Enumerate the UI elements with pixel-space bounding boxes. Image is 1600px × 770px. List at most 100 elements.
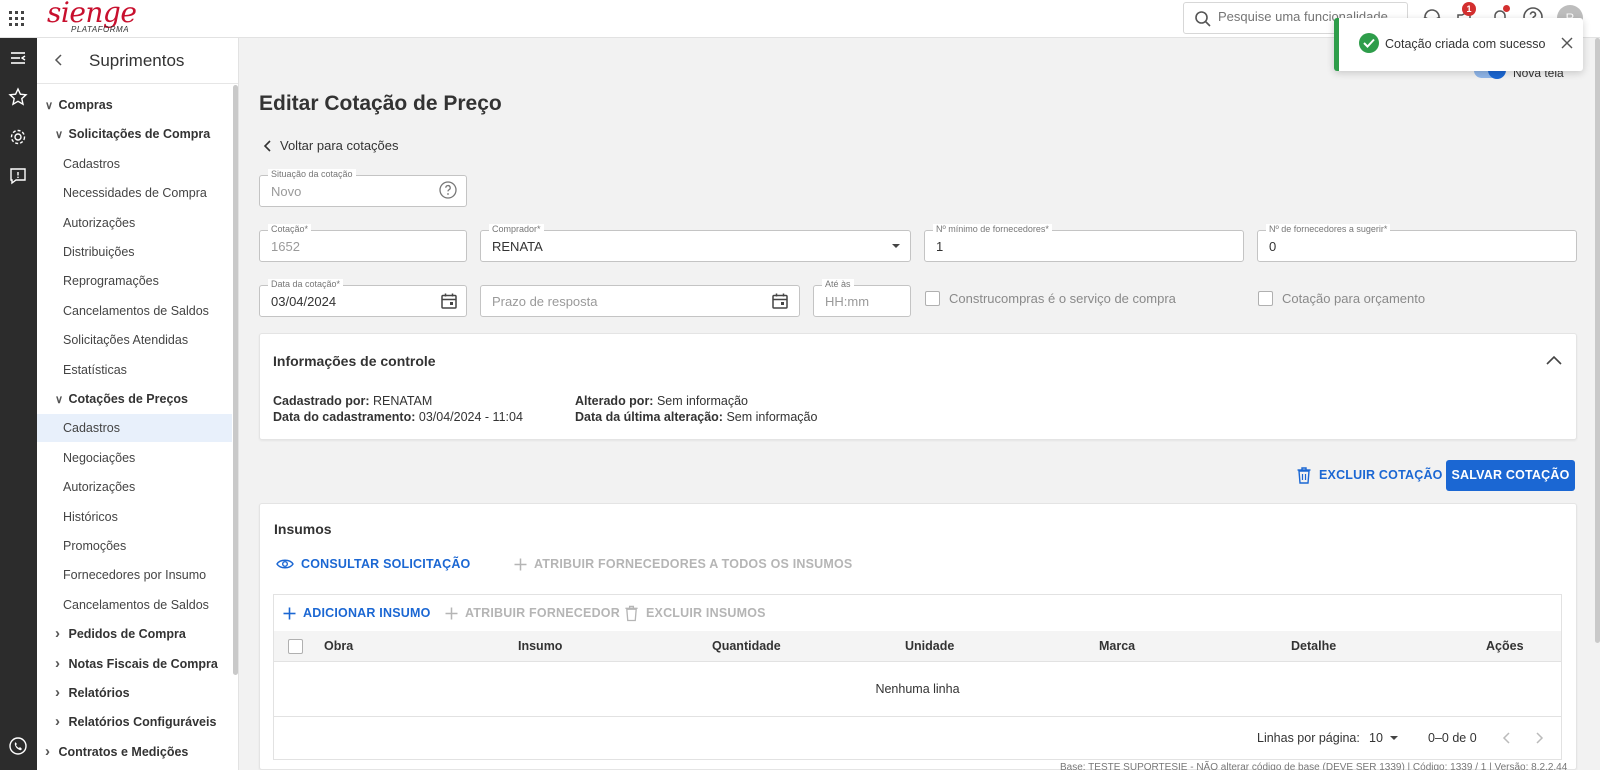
back-to-cotacoes-link[interactable]: Voltar para cotações bbox=[262, 138, 399, 153]
control-info-card: Informações de controle Cadastrado por: … bbox=[259, 333, 1577, 440]
chevron-left-icon[interactable] bbox=[1500, 731, 1514, 745]
sidebar-group[interactable]: › Pedidos de Compra bbox=[37, 620, 232, 648]
sidebar-group[interactable]: › Relatórios Configuráveis bbox=[37, 708, 232, 736]
insumos-title: Insumos bbox=[274, 521, 332, 537]
sidebar-item[interactable]: Promoções bbox=[37, 532, 232, 560]
control-info-title: Informações de controle bbox=[273, 353, 436, 369]
sidebar-group[interactable]: › Relatórios bbox=[37, 679, 232, 707]
data-cotacao-value: 03/04/2024 bbox=[271, 294, 337, 309]
help-icon[interactable] bbox=[438, 180, 458, 200]
sidebar-item-label: Negociações bbox=[63, 450, 136, 465]
sidebar-item-label: Relatórios Configuráveis bbox=[68, 715, 217, 730]
menu-collapse-icon[interactable] bbox=[8, 48, 28, 68]
ate-as-input[interactable]: Até às HH:mm bbox=[813, 279, 911, 317]
sidebar-item[interactable]: Cancelamentos de Saldos bbox=[37, 297, 232, 325]
sidebar-group[interactable]: › Contratos e Medições bbox=[37, 738, 232, 766]
cadastrado-por-label: Cadastrado por: bbox=[273, 394, 370, 408]
search-icon bbox=[1195, 11, 1211, 27]
sidebar-item[interactable]: Históricos bbox=[37, 503, 232, 531]
sidebar-group[interactable]: ∨ Cotações de Preços bbox=[37, 385, 232, 413]
min-fornecedores-input[interactable]: Nº mínimo de fornecedores* 1 bbox=[924, 224, 1244, 262]
construcompras-checkbox[interactable] bbox=[925, 291, 940, 306]
sidebar-item[interactable]: Negociações bbox=[37, 444, 232, 472]
excluir-cotacao-button[interactable]: EXCLUIR COTAÇÃO bbox=[1296, 466, 1443, 484]
sidebar-group[interactable]: ∨ Solicitações de Compra bbox=[37, 120, 232, 148]
sidebar-item-label: Compras bbox=[58, 98, 113, 112]
select-all-checkbox[interactable] bbox=[288, 639, 303, 654]
atribuir-todos-button[interactable]: ATRIBUIR FORNECEDORES A TODOS OS INSUMOS bbox=[514, 557, 852, 571]
sidebar-item-label: Promoções bbox=[63, 539, 127, 553]
ate-as-placeholder: HH:mm bbox=[825, 294, 870, 309]
apps-grid-icon[interactable] bbox=[9, 11, 24, 26]
data-alteracao-label: Data da última alteração: bbox=[575, 410, 723, 424]
sidebar-group[interactable]: › Notas Fiscais de Compra bbox=[37, 650, 232, 678]
sidebar-item[interactable]: Solicitações Atendidas bbox=[37, 326, 232, 354]
pagination-range: 0–0 de 0 bbox=[1428, 731, 1477, 745]
cotacao-orcamento-checkbox[interactable] bbox=[1258, 291, 1273, 306]
chevron-up-icon[interactable] bbox=[1545, 354, 1563, 366]
consultar-solicitacao-button[interactable]: CONSULTAR SOLICITAÇÃO bbox=[276, 557, 470, 571]
sidebar-item[interactable]: Cadastros bbox=[37, 150, 232, 178]
rows-per-page-value: 10 bbox=[1369, 731, 1383, 745]
rows-per-page-select[interactable]: 10 bbox=[1369, 731, 1400, 745]
chevron-left-icon[interactable] bbox=[51, 52, 67, 68]
construcompras-checkbox-row[interactable]: Construcompras é o serviço de compra bbox=[925, 291, 1176, 306]
sidebar-item[interactable]: Fornecedores por Insumo bbox=[37, 561, 232, 589]
adicionar-insumo-button[interactable]: ADICIONAR INSUMO bbox=[283, 606, 431, 620]
sidebar-item-label: Necessidades de Compra bbox=[63, 186, 207, 201]
calendar-icon[interactable] bbox=[771, 292, 789, 310]
chevron-down-icon: ∨ bbox=[55, 394, 64, 406]
cotacao-orcamento-checkbox-row[interactable]: Cotação para orçamento bbox=[1258, 291, 1425, 306]
logo-text: sienge bbox=[47, 0, 137, 29]
col-quantidade[interactable]: Quantidade bbox=[712, 639, 781, 653]
cotacao-value: 1652 bbox=[271, 239, 300, 254]
atribuir-fornecedor-button[interactable]: ATRIBUIR FORNECEDOR bbox=[445, 606, 620, 620]
phone-icon[interactable] bbox=[8, 736, 28, 756]
situacao-field: Situação da cotação Novo bbox=[259, 169, 467, 207]
chevron-right-icon[interactable] bbox=[1532, 731, 1546, 745]
data-cotacao-input[interactable]: Data da cotação* 03/04/2024 bbox=[259, 279, 467, 317]
col-obra[interactable]: Obra bbox=[324, 639, 353, 653]
chevron-left-icon bbox=[263, 139, 271, 152]
gear-icon[interactable] bbox=[8, 127, 28, 147]
cadastrado-por-value: RENATAM bbox=[369, 394, 433, 408]
sidebar-item-label: Pedidos de Compra bbox=[68, 627, 186, 642]
prazo-resposta-input[interactable]: Prazo de resposta bbox=[480, 285, 800, 317]
comprador-value: RENATA bbox=[492, 239, 543, 254]
fornecedores-sugerir-input[interactable]: Nº de fornecedores a sugerir* 0 bbox=[1257, 224, 1577, 262]
star-icon[interactable] bbox=[8, 87, 28, 107]
salvar-cotacao-button[interactable]: SALVAR COTAÇÃO bbox=[1446, 460, 1575, 491]
close-icon[interactable] bbox=[1561, 37, 1573, 49]
col-insumo[interactable]: Insumo bbox=[518, 639, 562, 653]
calendar-icon[interactable] bbox=[440, 292, 458, 310]
sidebar-group[interactable]: ∨ Compras bbox=[37, 91, 232, 119]
col-detalhe[interactable]: Detalhe bbox=[1291, 639, 1336, 653]
chevron-right-icon: › bbox=[55, 684, 60, 701]
chevron-right-icon: › bbox=[45, 742, 50, 760]
sidebar-item[interactable]: Autorizações bbox=[37, 209, 232, 237]
sidebar-item-label: Notas Fiscais de Compra bbox=[68, 656, 218, 671]
feedback-icon[interactable] bbox=[8, 166, 28, 186]
main-scrollbar[interactable] bbox=[1595, 38, 1600, 643]
fornecedores-sugerir-value: 0 bbox=[1269, 239, 1277, 254]
sidebar-title: Suprimentos bbox=[89, 51, 185, 70]
sidebar-item[interactable]: Cancelamentos de Saldos bbox=[37, 591, 232, 619]
table-header: Obra Insumo Quantidade Unidade Marca Det… bbox=[274, 631, 1561, 662]
check-circle-icon bbox=[1359, 33, 1379, 53]
sidebar-item[interactable]: Distribuições bbox=[37, 238, 232, 266]
sidebar-item[interactable]: Reprogramações bbox=[37, 267, 232, 295]
data-cadastramento: Data do cadastramento: 03/04/2024 - 11:0… bbox=[273, 410, 523, 424]
data-alteracao: Data da última alteração: Sem informação bbox=[575, 410, 817, 424]
back-link-label: Voltar para cotações bbox=[280, 138, 399, 153]
col-marca[interactable]: Marca bbox=[1099, 639, 1135, 653]
data-alteracao-value: Sem informação bbox=[722, 410, 818, 424]
sidebar-item[interactable]: Necessidades de Compra bbox=[37, 179, 232, 207]
excluir-insumos-button[interactable]: EXCLUIR INSUMOS bbox=[624, 604, 766, 622]
logo[interactable]: sienge PLATAFORMA bbox=[47, 0, 137, 34]
comprador-select[interactable]: Comprador* RENATA bbox=[480, 224, 911, 262]
sidebar-item[interactable]: Autorizações bbox=[37, 473, 232, 501]
sidebar-item[interactable]: Estatísticas bbox=[37, 356, 232, 384]
sidebar-scrollbar[interactable] bbox=[233, 85, 238, 675]
col-unidade[interactable]: Unidade bbox=[905, 639, 954, 653]
sidebar-item[interactable]: Cadastros bbox=[37, 414, 232, 443]
